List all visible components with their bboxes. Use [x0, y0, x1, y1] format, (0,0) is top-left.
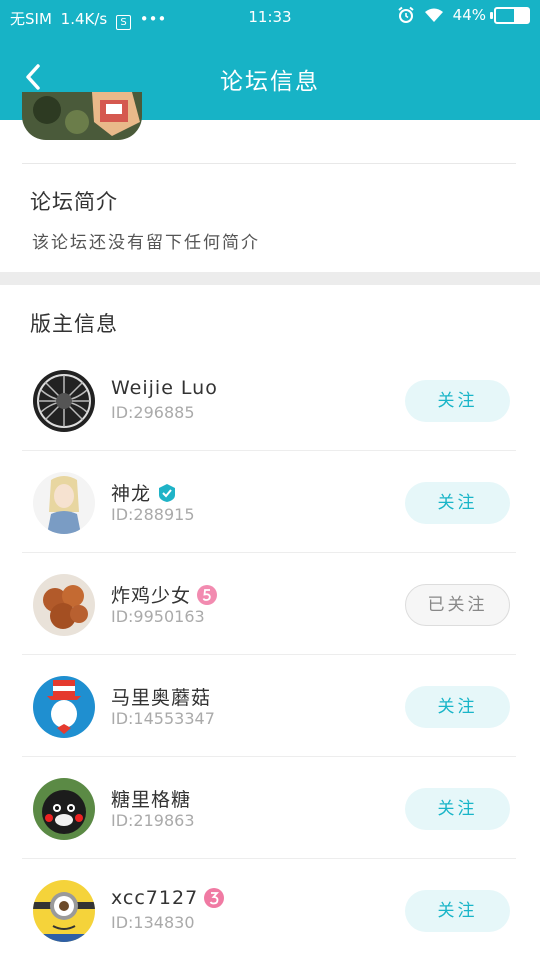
moderator-id: ID:134830 — [111, 913, 195, 932]
status-bar: 无SIM 1.4K/s S ••• 11:33 44% — [0, 0, 540, 36]
moderator-row[interactable]: Weijie Luo ID:296885 关注 — [0, 349, 540, 451]
divider — [22, 163, 516, 164]
moderator-name-text: Weijie Luo — [111, 377, 218, 399]
page-title: 论坛信息 — [220, 69, 320, 95]
avatar[interactable] — [33, 472, 95, 534]
status-right: 44% — [397, 6, 530, 24]
moderator-row[interactable]: xcc7127 ID:134830 关注 — [0, 859, 540, 961]
moderator-name: 神龙 — [111, 479, 177, 506]
avatar[interactable] — [33, 574, 95, 636]
section-separator — [0, 272, 540, 285]
wifi-icon — [424, 8, 443, 22]
avatar[interactable] — [33, 880, 95, 942]
moderator-name-text: xcc7127 — [111, 887, 199, 909]
battery-icon — [490, 6, 530, 24]
level-3-badge-icon — [204, 888, 225, 908]
moderator-row[interactable]: 马里奥蘑菇 ID:14553347 关注 — [0, 655, 540, 757]
moderator-row[interactable]: 炸鸡少女 ID:9950163 已关注 — [0, 553, 540, 655]
intro-title: 论坛简介 — [30, 190, 118, 214]
followed-button[interactable]: 已关注 — [405, 584, 510, 626]
moderator-id: ID:296885 — [111, 403, 195, 422]
follow-button[interactable]: 关注 — [405, 890, 510, 932]
battery-level-fill — [513, 8, 528, 22]
forum-avatar — [22, 92, 142, 140]
follow-button[interactable]: 关注 — [405, 686, 510, 728]
moderator-name-text: 糖里格糖 — [111, 789, 192, 811]
follow-button[interactable]: 关注 — [405, 482, 510, 524]
moderator-name: Weijie Luo — [111, 377, 218, 399]
moderator-name: xcc7127 — [111, 887, 225, 909]
moderator-name: 炸鸡少女 — [111, 581, 218, 608]
avatar[interactable] — [33, 778, 95, 840]
follow-button[interactable]: 关注 — [405, 788, 510, 830]
avatar[interactable] — [33, 676, 95, 738]
moderator-row[interactable]: 神龙 ID:288915 关注 — [0, 451, 540, 553]
moderator-name: 糖里格糖 — [111, 785, 191, 812]
moderator-name-text: 炸鸡少女 — [111, 585, 192, 607]
moderator-id: ID:9950163 — [111, 607, 205, 626]
intro-text: 该论坛还没有留下任何简介 — [32, 233, 260, 253]
moderator-id: ID:219863 — [111, 811, 195, 830]
avatar[interactable] — [33, 370, 95, 432]
moderator-id: ID:288915 — [111, 505, 195, 524]
moderators-title: 版主信息 — [30, 312, 118, 336]
moderator-id: ID:14553347 — [111, 709, 215, 728]
moderator-name: 马里奥蘑菇 — [111, 683, 211, 710]
level-5-badge-icon — [197, 584, 218, 605]
moderator-row[interactable]: 糖里格糖 ID:219863 关注 — [0, 757, 540, 859]
verified-badge-icon — [159, 483, 176, 502]
moderator-name-text: 马里奥蘑菇 — [111, 687, 212, 709]
battery-percent: 44% — [452, 6, 486, 24]
follow-button[interactable]: 关注 — [405, 380, 510, 422]
moderator-name-text: 神龙 — [111, 483, 152, 505]
alarm-icon — [398, 6, 414, 23]
